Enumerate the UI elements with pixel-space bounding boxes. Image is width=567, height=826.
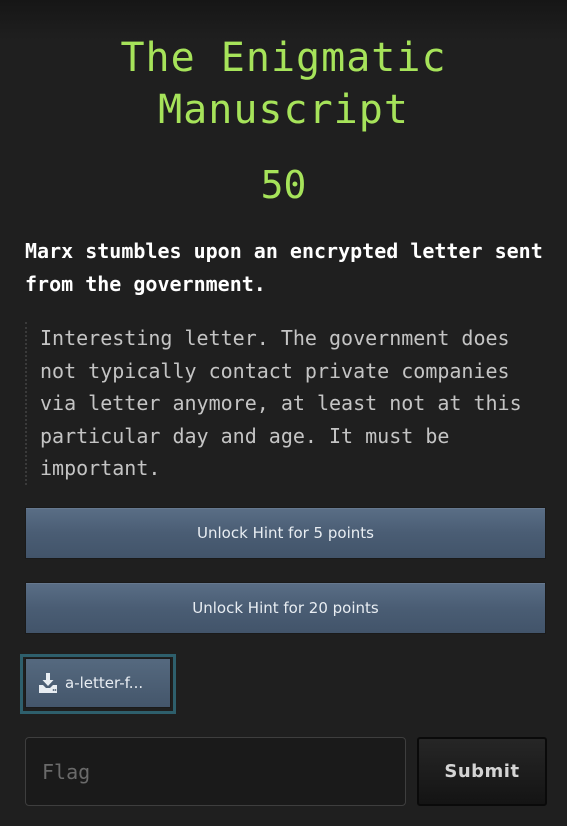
challenge-title-line-1: The Enigmatic bbox=[120, 35, 447, 81]
submit-button[interactable]: Submit bbox=[417, 737, 547, 806]
challenge-quote: Interesting letter. The government does … bbox=[25, 322, 551, 485]
unlock-hint-20-button[interactable]: Unlock Hint for 20 points bbox=[25, 582, 546, 634]
file-download-button[interactable]: a-letter-f... bbox=[25, 658, 171, 708]
challenge-points: 50 bbox=[260, 163, 307, 207]
file-name: a-letter-f... bbox=[65, 674, 144, 692]
challenge-description: Marx stumbles upon an encrypted letter s… bbox=[25, 239, 543, 296]
download-icon bbox=[39, 673, 57, 693]
challenge-title-line-2: Manuscript bbox=[158, 87, 409, 133]
unlock-hint-5-button[interactable]: Unlock Hint for 5 points bbox=[25, 507, 546, 559]
challenge-title: The Enigmatic Manuscript bbox=[0, 32, 567, 136]
flag-input[interactable] bbox=[25, 737, 406, 806]
